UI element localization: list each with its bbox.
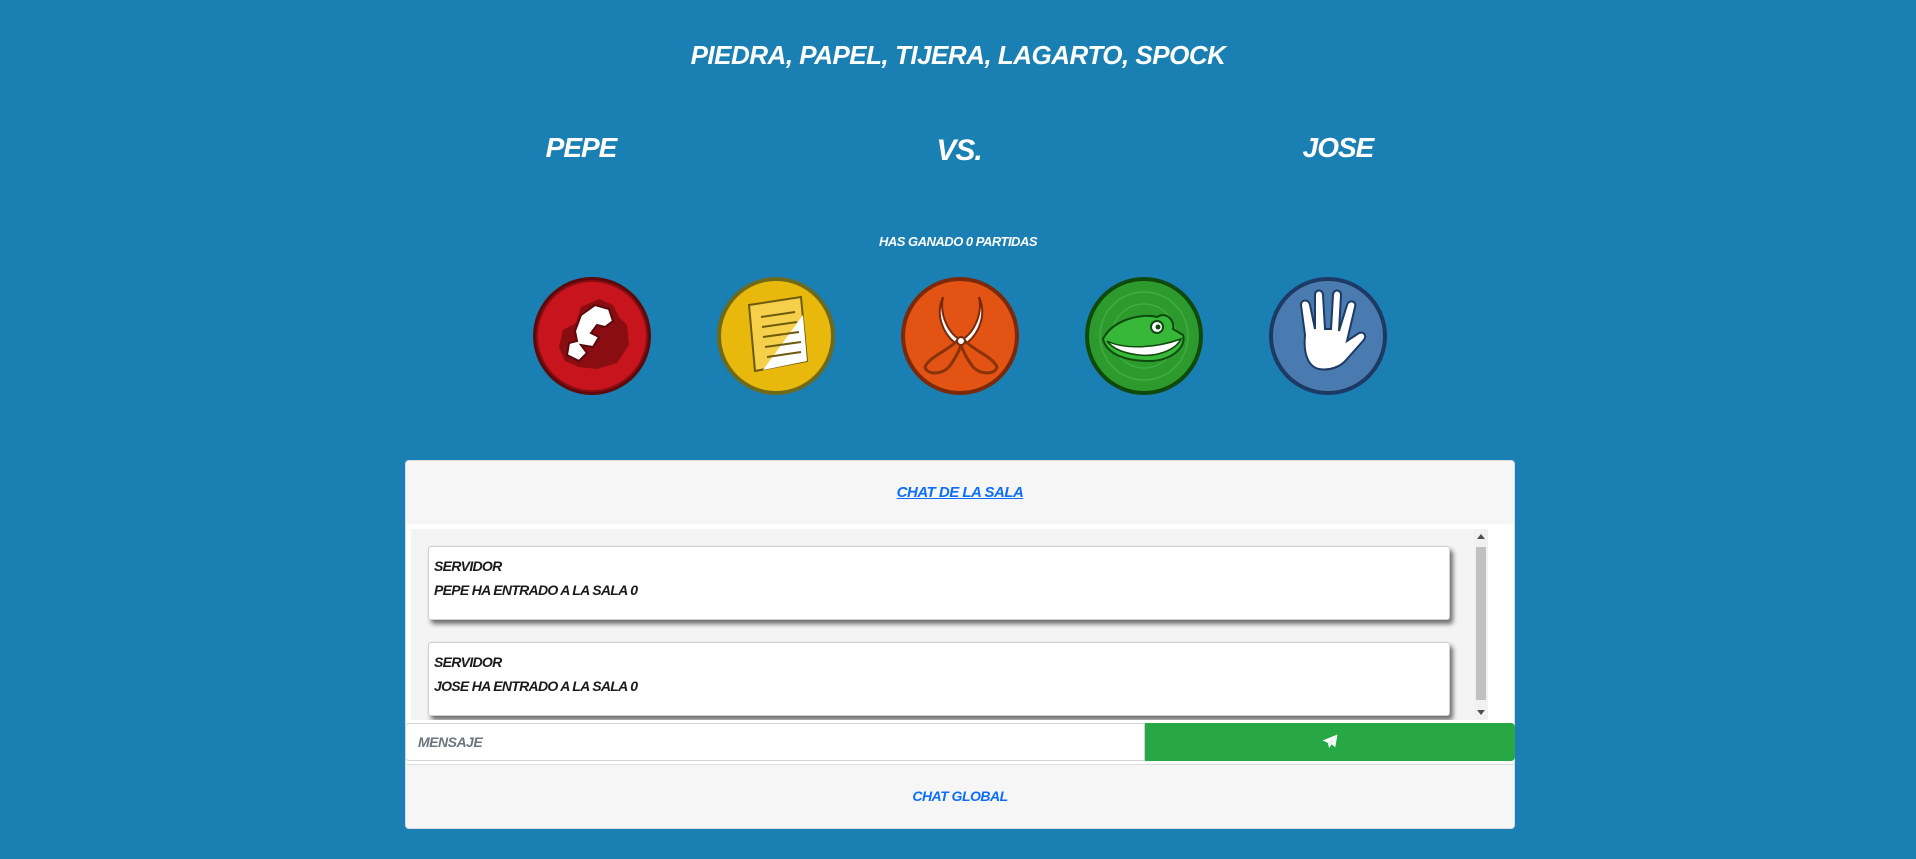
scroll-down-arrow[interactable] [1477, 710, 1485, 715]
player-two-name: JOSE [1302, 132, 1375, 163]
versus-label: VS. [936, 134, 982, 167]
scroll-up-arrow[interactable] [1477, 534, 1485, 539]
message-list: SERVIDOR PEPE HA ENTRADO A LA SALA 0 SER… [411, 529, 1481, 720]
lizard-button[interactable] [1083, 275, 1205, 397]
message-author: SERVIDOR [434, 654, 502, 670]
send-button[interactable] [1145, 723, 1515, 761]
room-chat-header: CHAT DE LA SALA [405, 460, 1515, 525]
chat-message: SERVIDOR PEPE HA ENTRADO A LA SALA 0 [428, 546, 1450, 620]
spock-icon [1269, 277, 1387, 395]
paper-plane-icon [1322, 734, 1338, 748]
global-chat-tab[interactable]: CHAT GLOBAL [912, 788, 1008, 804]
game-title: PIEDRA, PAPEL, TIJERA, LAGARTO, SPOCK [690, 40, 1226, 70]
message-input-row [405, 723, 1515, 761]
paper-button[interactable] [715, 275, 837, 397]
message-author: SERVIDOR [434, 558, 502, 574]
player-one-name: PEPE [545, 132, 618, 163]
spock-button[interactable] [1267, 275, 1389, 397]
wins-counter: HAS GANADO 0 PARTIDAS [878, 234, 1038, 249]
paper-icon [717, 277, 835, 395]
room-chat-tab[interactable]: CHAT DE LA SALA [897, 484, 1024, 501]
rock-button[interactable] [531, 275, 653, 397]
room-chat-panel: CHAT DE LA SALA SERVIDOR PEPE HA ENTRADO… [405, 460, 1515, 829]
message-scrollbar[interactable] [1474, 529, 1488, 720]
message-text: JOSE HA ENTRADO A LA SALA 0 [434, 678, 638, 694]
message-text: PEPE HA ENTRADO A LA SALA 0 [434, 582, 638, 598]
choice-buttons [530, 275, 1390, 400]
global-chat-header: CHAT GLOBAL [405, 764, 1515, 829]
lizard-icon [1085, 277, 1203, 395]
rock-icon [533, 277, 651, 395]
scissors-button[interactable] [899, 275, 1021, 397]
scissors-icon [901, 277, 1019, 395]
chat-message: SERVIDOR JOSE HA ENTRADO A LA SALA 0 [428, 642, 1450, 716]
scroll-thumb[interactable] [1476, 547, 1486, 700]
message-input[interactable] [405, 723, 1145, 761]
